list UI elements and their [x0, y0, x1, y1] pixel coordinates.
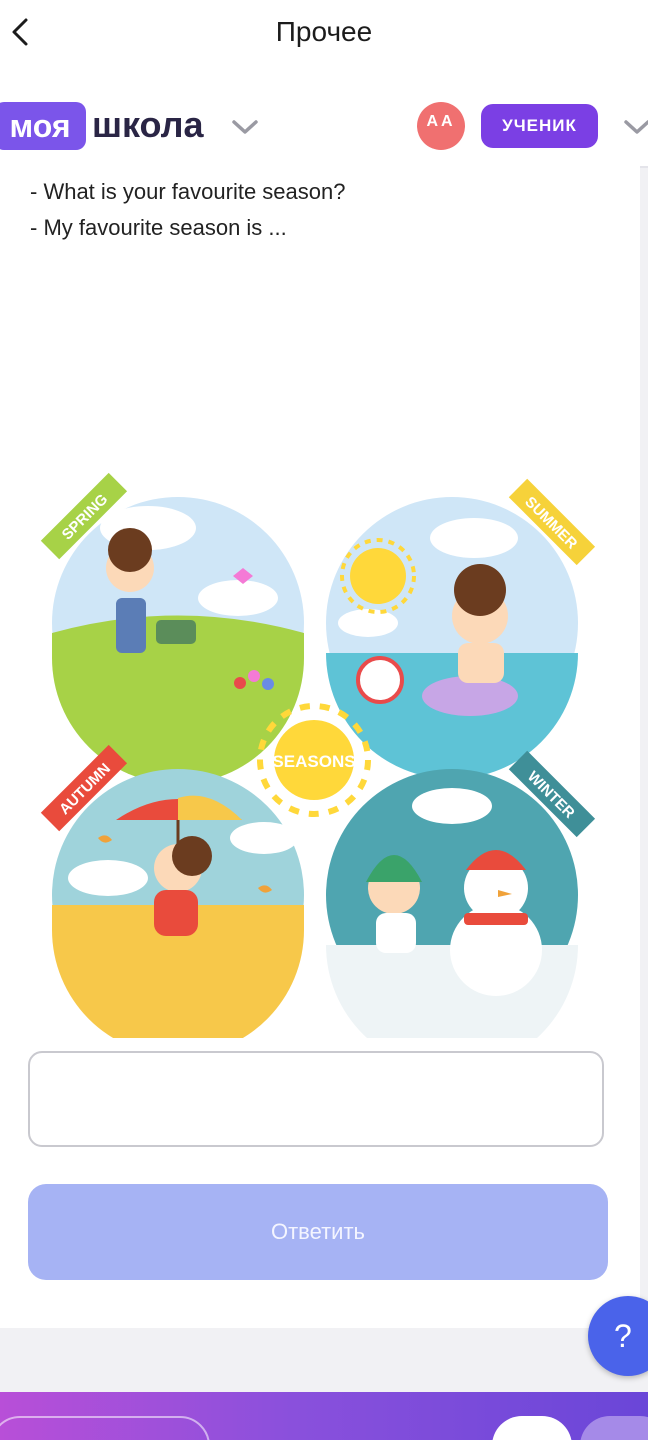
footer-purple-button[interactable] [580, 1416, 648, 1440]
seasons-illustration: SPRING SUMMER AUTUMN WINTER SEASONS [40, 472, 596, 1038]
footer-outline-button[interactable] [0, 1416, 210, 1440]
chevron-down-icon[interactable] [230, 116, 260, 138]
question-line: - What is your favourite season? [30, 179, 346, 204]
winter-circle [326, 769, 578, 1038]
avatar[interactable]: АА [417, 102, 465, 150]
brand-bar: моя школа АА УЧЕНИК [0, 68, 648, 168]
top-bar: Прочее [0, 0, 648, 68]
center-label: SEASONS [272, 752, 355, 771]
task-card: - What is your favourite season? - My fa… [0, 166, 640, 1328]
answer-input[interactable] [28, 1051, 604, 1147]
footer-white-button[interactable] [492, 1416, 572, 1440]
submit-button[interactable]: Ответить [28, 1184, 608, 1280]
summer-circle [326, 497, 578, 779]
page-title: Прочее [275, 16, 373, 47]
chevron-down-icon[interactable] [622, 116, 648, 138]
logo-part2[interactable]: школа [92, 100, 204, 150]
autumn-circle [52, 769, 304, 1038]
role-button[interactable]: УЧЕНИК [481, 104, 598, 148]
answer-prompt-line: - My favourite season is ... [30, 215, 287, 240]
logo-part1[interactable]: моя [0, 102, 86, 150]
bottom-banner [0, 1392, 648, 1440]
